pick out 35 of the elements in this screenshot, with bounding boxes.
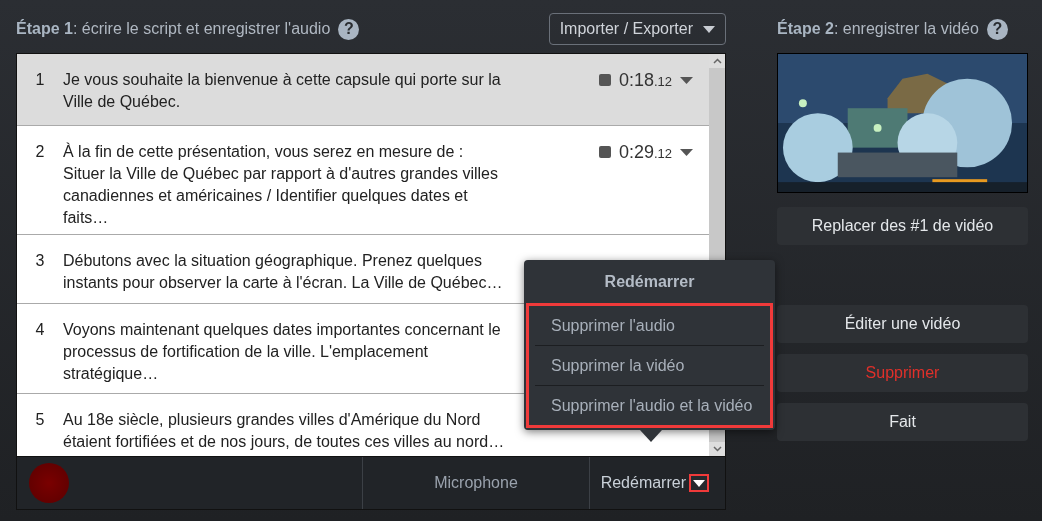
caret-icon: [703, 25, 715, 33]
row-number: 2: [34, 142, 46, 162]
menu-item[interactable]: Supprimer l'audio: [535, 306, 764, 346]
row-number: 5: [34, 410, 46, 430]
duration-text: 0:29.12: [618, 141, 672, 163]
duration-text: 0:18.12: [618, 69, 672, 91]
help-icon[interactable]: ?: [986, 18, 1008, 40]
restart-dropdown-button[interactable]: [689, 474, 709, 492]
row-number: 1: [34, 70, 46, 90]
script-text: Débutons avec la situation géographique. Prenez quelques instants pour observer la carte à l'écran. La Ville de Québec…: [63, 251, 504, 293]
caret-icon[interactable]: [680, 148, 693, 156]
help-icon[interactable]: ?: [338, 18, 360, 40]
script-row[interactable]: 1 Je vous souhaite la bienvenue à cette capsule qui porte sur la Ville de Québec. 0:18.12: [17, 54, 709, 126]
step-title: Étape 1: écrire le script et enregistrer l'audio: [16, 20, 331, 38]
stop-icon: [598, 146, 611, 158]
stop-icon: [598, 74, 611, 86]
script-text: Voyons maintenant quelques dates importantes concernant le processus de fortification de la ville. L'emplacement stratégique…: [63, 320, 502, 384]
caret-icon[interactable]: [680, 76, 693, 84]
script-text: Au 18e siècle, plusieurs grandes villes d'Amérique du Nord étaient fortifiées et de nos jours, de toutes ces villes au nord…: [63, 410, 506, 452]
scroll-down-icon[interactable]: [712, 446, 722, 452]
script-text: Je vous souhaite la bienvenue à cette capsule qui porte sur la Ville de Québec.: [63, 70, 502, 112]
menu-title: Redémarrer: [603, 271, 696, 292]
import-export-button[interactable]: Importer / Exporter: [548, 13, 726, 45]
action-button[interactable]: Fait: [777, 403, 1028, 441]
row-number: 4: [34, 320, 46, 340]
step-title: Étape 2: enregistrer la vidéo: [777, 20, 979, 38]
menu-item[interactable]: Supprimer la vidéo: [535, 346, 764, 386]
script-text: À la fin de cette présentation, vous serez en mesure de : Situer la Ville de Québec par rapport à d'autres grandes villes canadiennes et américaines / Identifier quelques dates et faits…: [63, 141, 499, 228]
microphone-label[interactable]: Microphone: [434, 474, 518, 492]
action-button[interactable]: Éditer une vidéo: [777, 305, 1028, 343]
action-button[interactable]: Replacer des #1 de vidéo: [777, 207, 1028, 245]
row-number: 3: [34, 251, 46, 271]
caret-icon: [693, 479, 705, 487]
scroll-up-icon[interactable]: [712, 58, 722, 64]
restart-label[interactable]: Redémarrer: [600, 474, 686, 492]
